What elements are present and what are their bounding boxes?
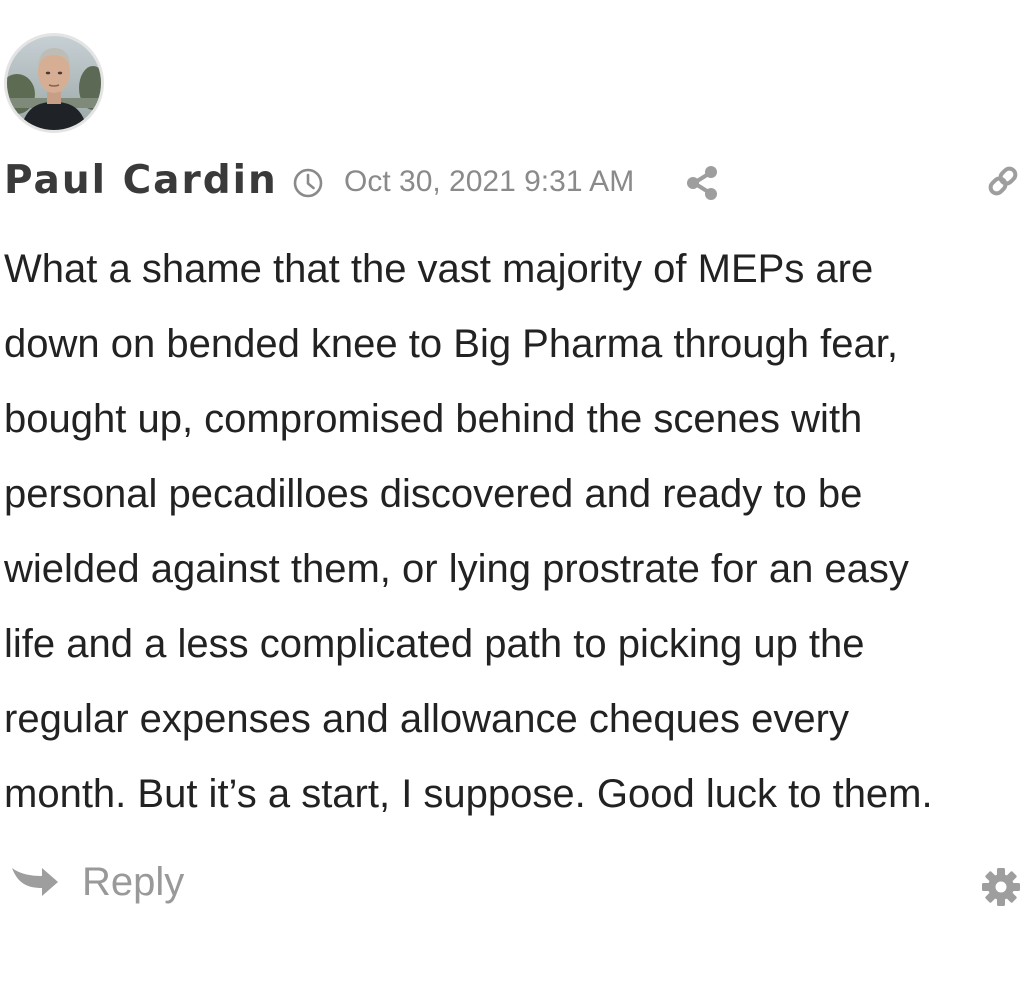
comment-body-line: personal pecadilloes discovered and read… [4,472,863,516]
comment-body-line: month. But it’s a start, I suppose. Good… [4,772,933,816]
gear-icon[interactable] [980,866,1022,908]
comment-body-line: down on bended knee to Big Pharma throug… [4,322,898,366]
author-name[interactable]: Paul Cardin [4,158,278,203]
link-icon[interactable] [985,163,1021,199]
avatar-image [7,36,101,130]
avatar[interactable] [4,33,104,133]
comment: Paul Cardin Oct 30, 2021 9:31 AM What a … [0,0,1024,985]
comment-body-line: life and a less complicated path to pick… [4,622,865,666]
comment-timestamp[interactable]: Oct 30, 2021 9:31 AM [344,165,634,199]
comment-body-line: wielded against them, or lying prostrate… [4,547,909,591]
comment-meta: Paul Cardin Oct 30, 2021 9:31 AM [0,154,1024,210]
comment-body: What a shame that the vast majority of M… [4,232,1020,832]
comment-body-line: What a shame that the vast majority of M… [4,247,874,291]
reply-button[interactable]: Reply [8,854,184,910]
clock-icon [293,168,323,198]
comment-body-line: regular expenses and allowance cheques e… [4,697,849,741]
comment-body-line: bought up, compromised behind the scenes… [4,397,863,441]
comment-actions: Reply [0,850,1024,920]
reply-label: Reply [82,859,185,904]
share-icon[interactable] [683,164,721,202]
reply-arrow-icon [12,868,58,896]
